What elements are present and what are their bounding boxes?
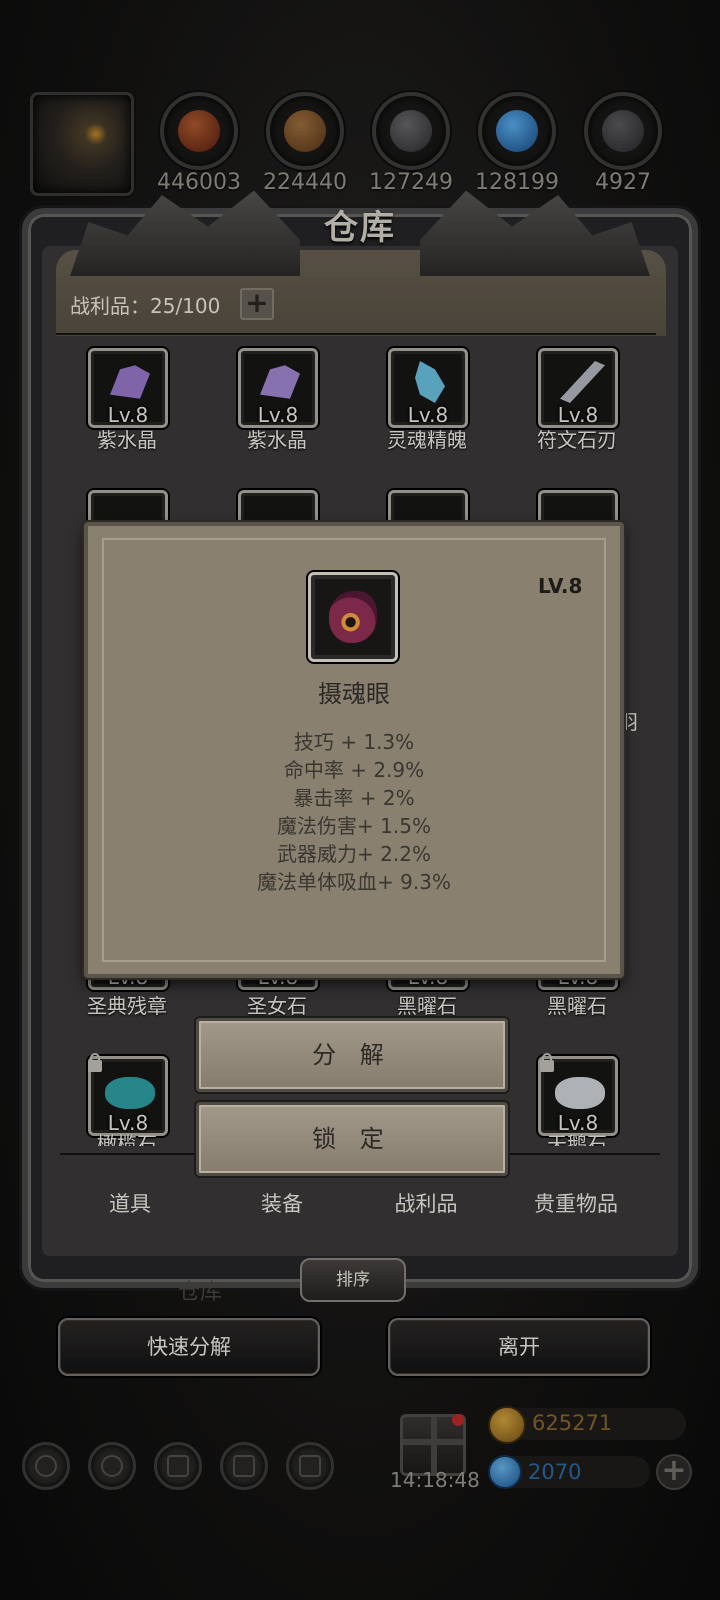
lock-icon — [540, 1053, 554, 1072]
loot-capacity-label: 战利品：25/100 — [70, 294, 221, 318]
envelope-icon — [233, 1455, 255, 1477]
resource-count: 127249 — [369, 170, 453, 195]
tab-props[interactable]: 道具 — [60, 1188, 200, 1218]
portrait-icon — [167, 1455, 189, 1477]
item-name: 符文石刃 — [537, 428, 617, 452]
notification-dot — [452, 1414, 464, 1426]
star-icon — [101, 1455, 123, 1477]
header-divider — [56, 333, 656, 335]
clock-time: 14:18:48 — [390, 1468, 480, 1492]
leave-button[interactable]: 离开 — [388, 1318, 650, 1376]
item-name: 紫水晶 — [97, 428, 157, 452]
stat-line: 命中率 + 2.9% — [283, 758, 425, 782]
item-name: 天鹅石 — [547, 1132, 607, 1146]
gold-coin-icon — [488, 1406, 526, 1444]
decompose-button[interactable]: 分 解 — [196, 1018, 508, 1092]
amethyst-icon — [260, 365, 300, 399]
rune-blade-icon — [560, 361, 605, 403]
torch-glow — [85, 123, 107, 145]
olivine-icon — [105, 1077, 155, 1109]
resource-count: 4927 — [595, 170, 651, 195]
settings-icon[interactable] — [22, 1442, 70, 1490]
item-name: 紫水晶 — [247, 428, 307, 452]
item-name: 橄榄石 — [97, 1132, 157, 1146]
item-name: 圣女石 — [247, 994, 307, 1018]
resource-count: 446003 — [157, 170, 241, 195]
add-currency-button[interactable]: + — [656, 1454, 692, 1490]
item-name: 黑曜石 — [547, 994, 607, 1018]
panel-title: 仓库 — [324, 208, 396, 248]
achievement-icon[interactable] — [88, 1442, 136, 1490]
lock-button[interactable]: 锁 定 — [196, 1102, 508, 1176]
swan-stone-icon — [555, 1077, 605, 1109]
amethyst-icon — [110, 365, 150, 399]
stat-line: 暴击率 + 2% — [293, 786, 415, 810]
leather-icon — [178, 110, 220, 152]
item-name: 圣典残章 — [87, 994, 167, 1018]
item-slot[interactable]: Lv.8 — [88, 348, 168, 428]
gold-amount: 625271 — [532, 1411, 613, 1435]
gear-icon — [35, 1455, 57, 1477]
shop-icon[interactable] — [286, 1442, 334, 1490]
stat-line: 技巧 + 1.3% — [293, 730, 415, 754]
popup-item-name: 摄魂眼 — [318, 680, 390, 708]
dragon-crest-left — [70, 190, 300, 276]
expand-capacity-button[interactable]: + — [240, 288, 274, 320]
resource-count: 224440 — [263, 170, 347, 195]
dragon-crest-right — [420, 186, 650, 276]
iron-ingot-icon — [602, 110, 644, 152]
wood-plank-icon — [284, 110, 326, 152]
mail-icon[interactable] — [220, 1442, 268, 1490]
character-portrait[interactable] — [30, 92, 134, 196]
background-warehouse-label: 仓库 — [178, 1280, 223, 1305]
popup-level: LV.8 — [538, 574, 583, 598]
character-icon[interactable] — [154, 1442, 202, 1490]
item-name: 灵魂精魄 — [387, 428, 467, 452]
quick-decompose-button[interactable]: 快速分解 — [58, 1318, 320, 1376]
stat-line: 魔法单体吸血+ 9.3% — [257, 870, 451, 894]
sort-button[interactable]: 排序 — [300, 1258, 406, 1302]
diamond-icon — [488, 1455, 522, 1489]
diamond-amount: 2070 — [528, 1460, 582, 1484]
item-name: 黑曜石 — [397, 994, 457, 1018]
tab-valuables[interactable]: 贵重物品 — [506, 1188, 646, 1218]
item-slot[interactable]: Lv.8 — [388, 348, 468, 428]
soul-essence-icon — [415, 361, 445, 403]
crossed-swords-icon — [299, 1455, 321, 1477]
item-slot[interactable]: Lv.8 — [538, 348, 618, 428]
item-slot[interactable]: Lv.8 — [238, 348, 318, 428]
lock-icon — [88, 1053, 102, 1072]
stone-icon — [390, 110, 432, 152]
soul-eye-icon — [329, 591, 377, 643]
resource-wood-slot[interactable] — [266, 92, 344, 170]
tab-equipment[interactable]: 装备 — [212, 1188, 352, 1218]
resource-crystal-slot[interactable] — [478, 92, 556, 170]
tab-loot[interactable]: 战利品 — [356, 1188, 496, 1218]
stat-line: 魔法伤害+ 1.5% — [277, 814, 431, 838]
resource-leather-slot[interactable] — [160, 92, 238, 170]
resource-ingot-slot[interactable] — [584, 92, 662, 170]
resource-count: 128199 — [475, 170, 559, 195]
soul-eye-icon-slot — [308, 572, 398, 662]
stat-line: 武器威力+ 2.2% — [277, 842, 431, 866]
resource-stone-slot[interactable] — [372, 92, 450, 170]
blue-crystal-icon — [496, 110, 538, 152]
